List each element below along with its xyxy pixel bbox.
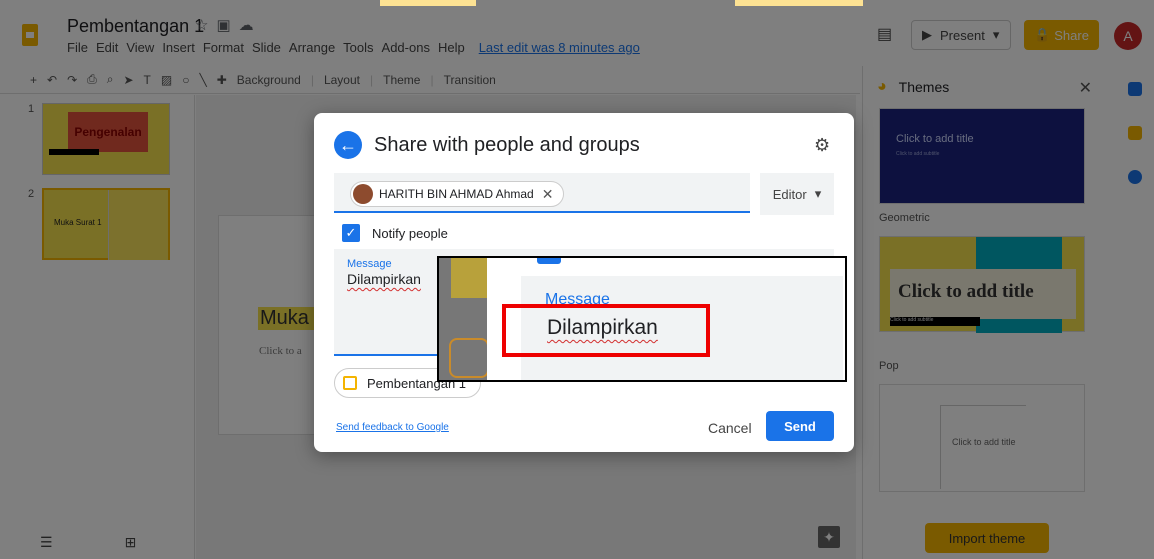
send-button[interactable]: Send xyxy=(766,411,834,441)
recipient-name: HARITH BIN AHMAD Ahmad xyxy=(379,187,534,201)
zoom-thumbnail-fragment xyxy=(451,258,487,298)
message-value[interactable]: Dilampirkan xyxy=(347,271,421,287)
notify-option: ✓ Notify people xyxy=(342,224,448,242)
recipient-chip[interactable]: HARITH BIN AHMAD Ahmad ✕ xyxy=(350,181,565,207)
role-select[interactable]: Editor ▾ xyxy=(760,173,834,215)
zoom-checkbox-fragment xyxy=(537,258,561,264)
cancel-button[interactable]: Cancel xyxy=(698,413,762,443)
role-value: Editor xyxy=(772,186,807,202)
highlight-ribbon xyxy=(735,0,863,6)
dialog-title: Share with people and groups xyxy=(374,134,640,156)
notify-label: Notify people xyxy=(372,225,448,241)
recipients-field[interactable]: HARITH BIN AHMAD Ahmad ✕ xyxy=(334,173,750,213)
highlight-ribbon xyxy=(380,0,476,6)
zoom-thumbnail-fragment xyxy=(449,338,489,378)
slides-file-icon xyxy=(343,376,357,390)
recipient-avatar xyxy=(353,184,373,204)
remove-recipient-icon[interactable]: ✕ xyxy=(542,186,554,203)
gear-icon[interactable]: ⚙ xyxy=(814,135,830,156)
highlight-box xyxy=(502,304,710,357)
back-arrow-icon[interactable]: ← xyxy=(334,131,362,159)
notify-checkbox[interactable]: ✓ xyxy=(342,224,360,242)
message-label: Message xyxy=(347,258,392,270)
zoom-callout-background xyxy=(439,258,489,380)
chevron-down-icon: ▾ xyxy=(814,186,822,201)
send-feedback-link[interactable]: Send feedback to Google xyxy=(336,422,449,433)
